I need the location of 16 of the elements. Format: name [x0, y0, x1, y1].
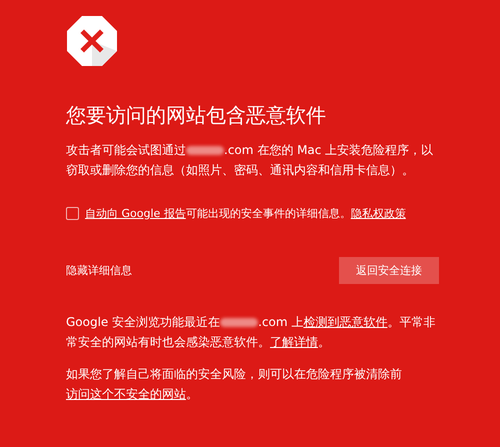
stop-sign-icon — [66, 15, 118, 67]
back-to-safety-button[interactable]: 返回安全连接 — [339, 257, 439, 284]
hide-details-link[interactable]: 隐藏详细信息 — [66, 263, 132, 278]
details-text: Google 安全浏览功能最近在 .com 上检测到恶意软件。平常非常安全的网站有时也会感染恶意软件。了解详情。 — [66, 314, 436, 351]
report-text: 自动向 Google 报告可能出现的安全事件的详细信息。隐私权政策 — [85, 206, 406, 221]
warning-text: 攻击者可能会试图通过 .com 在您的 Mac 上安装危险程序，以窃取或删除您的信息（如照片、密码、通讯内容和信用卡信息）。 — [66, 142, 434, 179]
details-text: 如果您了解自己将面临的安全风险，则可以在危险程序被清除前 访问这个不安全的网站。 — [66, 366, 403, 403]
page-title: 您要访问的网站包含恶意软件 — [66, 102, 327, 128]
link[interactable]: 检测到恶意软件 — [303, 315, 388, 329]
checkbox[interactable] — [66, 207, 79, 220]
blurred-domain — [220, 318, 258, 328]
link[interactable]: 了解详情 — [270, 335, 318, 349]
link[interactable]: 自动向 Google 报告 — [85, 207, 186, 220]
blurred-domain — [186, 146, 224, 156]
link[interactable]: 访问这个不安全的网站 — [66, 387, 186, 401]
link[interactable]: 隐私权政策 — [350, 207, 406, 220]
